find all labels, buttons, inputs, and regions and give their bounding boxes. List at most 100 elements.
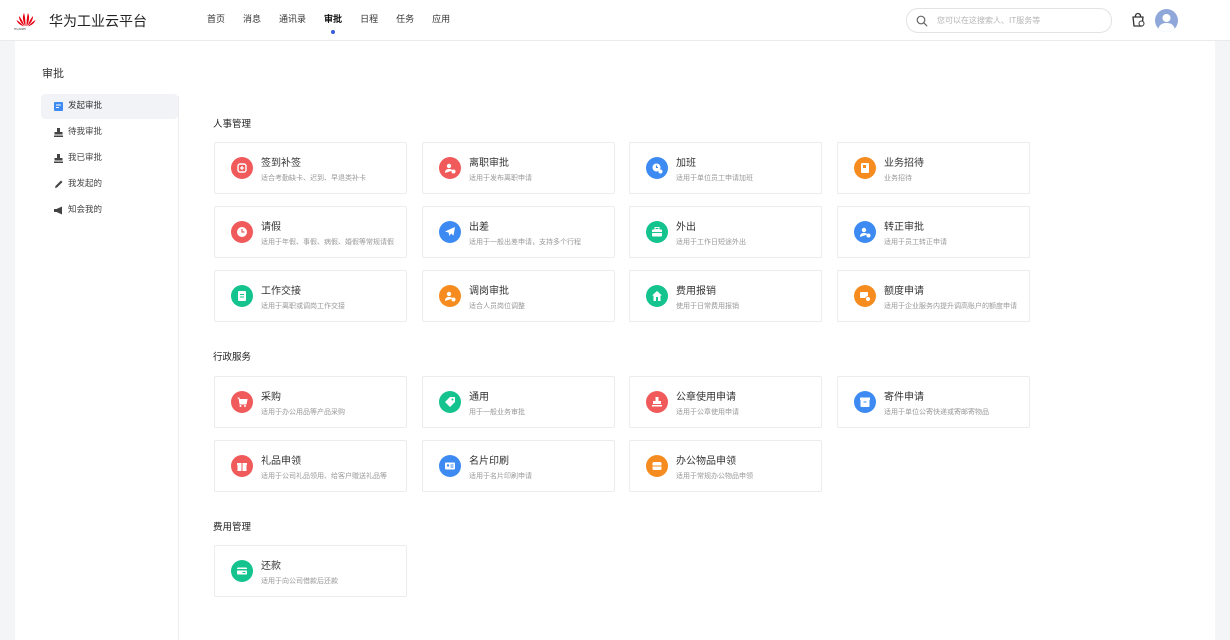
approval-card-overtime[interactable]: 加班 适用于单位员工申请加班 (629, 142, 822, 194)
approval-card-business-card[interactable]: 名片印刷 适用于名片印刷申请 (422, 440, 615, 492)
nav-messages[interactable]: 消息 (234, 0, 270, 41)
approval-card-sign-in[interactable]: 签到补签 适合考勤缺卡、迟到、早退类补卡 (214, 142, 407, 194)
home-icon (646, 285, 668, 307)
nav-approval-label: 审批 (324, 15, 343, 25)
card-description: 使用于日常费用报销 (676, 302, 739, 310)
briefcase-icon (646, 221, 668, 243)
card-title: 出差 (469, 222, 489, 233)
active-indicator-dot (331, 30, 336, 34)
main-panel: 审批 发起审批 待我审批 我已审批 我发起的 知会我的 人事管理 签到补签 适合… (15, 41, 1215, 640)
card-description: 适用于单位公寄快递或寄邮寄物品 (884, 408, 989, 416)
section-title-expense: 费用管理 (213, 522, 252, 533)
card-description: 适合人员岗位调整 (469, 302, 525, 310)
box-icon (646, 455, 668, 477)
nav-home-label: 首页 (207, 15, 226, 25)
approval-card-outing[interactable]: 外出 适用于工作日短途外出 (629, 206, 822, 258)
nav-tasks-label: 任务 (396, 15, 415, 25)
card-description: 适用于公司礼品领用、给客户赠送礼品等 (261, 472, 387, 480)
user-transfer-icon (439, 285, 461, 307)
app-title[interactable]: 华为工业云平台 (49, 11, 147, 31)
card-description: 适用于员工转正申请 (884, 238, 947, 246)
top-header: HUAWEI 华为工业云平台 首页 消息 通讯录 审批 日程 任务 应用 (0, 0, 1230, 41)
card-description: 适用于办公用品等产品采购 (261, 408, 345, 416)
shopping-bag-icon[interactable] (1130, 12, 1146, 28)
nav-home[interactable]: 首页 (198, 0, 234, 41)
approval-card-repayment[interactable]: 还款 适用于向公司借款后还款 (214, 545, 407, 597)
hospitality-icon (854, 157, 876, 179)
overtime-icon (646, 157, 668, 179)
approval-card-general[interactable]: 通用 用于一般业务审批 (422, 376, 615, 428)
approval-card-transfer[interactable]: 调岗审批 适合人员岗位调整 (422, 270, 615, 322)
sidebar-item-label: 待我审批 (68, 127, 103, 137)
card-description: 适用于公章使用申请 (676, 408, 739, 416)
sidebar-divider (178, 96, 179, 640)
card-icon (439, 455, 461, 477)
card-title: 名片印刷 (469, 456, 509, 467)
nav-apps[interactable]: 应用 (423, 0, 459, 41)
nav-schedule-label: 日程 (360, 15, 379, 25)
approval-card-regularization[interactable]: 转正审批 适用于员工转正申请 (837, 206, 1030, 258)
card-title: 加班 (676, 158, 696, 169)
card-description: 适用于年假、事假、病假、婚假等常规请假 (261, 238, 394, 246)
approval-card-handover[interactable]: 工作交接 适用于离职或调岗工作交接 (214, 270, 407, 322)
card-title: 离职审批 (469, 158, 509, 169)
card-title: 转正审批 (884, 222, 924, 233)
avatar[interactable] (1155, 9, 1178, 32)
logo-text: HUAWEI (14, 27, 27, 31)
sidebar-item-cc-me[interactable]: 知会我的 (41, 198, 178, 223)
approval-card-quota[interactable]: 额度申请 适用于企业服务内提升调高账户的额度申请 (837, 270, 1030, 322)
card-title: 公章使用申请 (676, 392, 736, 403)
sidebar-item-initiate[interactable]: 发起审批 (41, 94, 178, 119)
card-description: 适用于名片印刷申请 (469, 472, 532, 480)
user-avatar-icon (1158, 14, 1175, 32)
sign-in-icon (231, 157, 253, 179)
nav-contacts[interactable]: 通讯录 (270, 0, 315, 41)
user-check-icon (854, 221, 876, 243)
nav-tasks[interactable]: 任务 (387, 0, 423, 41)
approval-card-leave[interactable]: 请假 适用于年假、事假、病假、婚假等常规请假 (214, 206, 407, 258)
card-title: 签到补签 (261, 158, 301, 169)
user-leave-icon (439, 157, 461, 179)
sidebar-item-label: 发起审批 (68, 101, 103, 111)
card-title: 礼品申领 (261, 456, 301, 467)
card-description: 业务招待 (884, 174, 912, 182)
tag-icon (439, 391, 461, 413)
card-title: 费用报销 (676, 286, 716, 297)
nav-schedule[interactable]: 日程 (351, 0, 387, 41)
card-description: 适用于向公司借款后还款 (261, 577, 338, 585)
approval-card-office-supplies[interactable]: 办公物品申领 适用于常规办公物品申领 (629, 440, 822, 492)
card-description: 适合考勤缺卡、迟到、早退类补卡 (261, 174, 366, 182)
sidebar-item-label: 知会我的 (68, 205, 103, 215)
seal-icon (646, 391, 668, 413)
search-box[interactable] (906, 8, 1112, 33)
sidebar-item-approved[interactable]: 我已审批 (41, 146, 178, 171)
page-title: 审批 (42, 67, 64, 80)
card-description: 用于一般业务审批 (469, 408, 525, 416)
search-input[interactable] (937, 13, 1107, 28)
gift-icon (231, 455, 253, 477)
approval-card-business-trip[interactable]: 出差 适用于一般出差申请，支持多个行程 (422, 206, 615, 258)
sidebar-item-label: 我已审批 (68, 153, 103, 163)
card-title: 办公物品申领 (676, 456, 736, 467)
approval-card-reimbursement[interactable]: 费用报销 使用于日常费用报销 (629, 270, 822, 322)
airplane-icon (439, 221, 461, 243)
sidebar: 发起审批 待我审批 我已审批 我发起的 知会我的 (41, 94, 178, 224)
approval-card-gift[interactable]: 礼品申领 适用于公司礼品领用、给客户赠送礼品等 (214, 440, 407, 492)
approval-card-resignation[interactable]: 离职审批 适用于发布离职申请 (422, 142, 615, 194)
approval-card-hospitality[interactable]: 业务招待 业务招待 (837, 142, 1030, 194)
card-title: 外出 (676, 222, 696, 233)
approval-card-seal[interactable]: 公章使用申请 适用于公章使用申请 (629, 376, 822, 428)
card-title: 调岗审批 (469, 286, 509, 297)
card-title: 业务招待 (884, 158, 924, 169)
main-nav: 首页 消息 通讯录 审批 日程 任务 应用 (198, 0, 459, 41)
approval-card-purchase[interactable]: 采购 适用于办公用品等产品采购 (214, 376, 407, 428)
sidebar-item-initiated-by-me[interactable]: 我发起的 (41, 172, 178, 197)
package-icon (854, 391, 876, 413)
cart-icon (231, 391, 253, 413)
nav-approval[interactable]: 审批 (315, 0, 351, 41)
approval-card-mailing[interactable]: 寄件申请 适用于单位公寄快递或寄邮寄物品 (837, 376, 1030, 428)
card-title: 采购 (261, 392, 281, 403)
sidebar-item-pending[interactable]: 待我审批 (41, 120, 178, 145)
form-icon (54, 102, 63, 111)
clock-icon (231, 221, 253, 243)
